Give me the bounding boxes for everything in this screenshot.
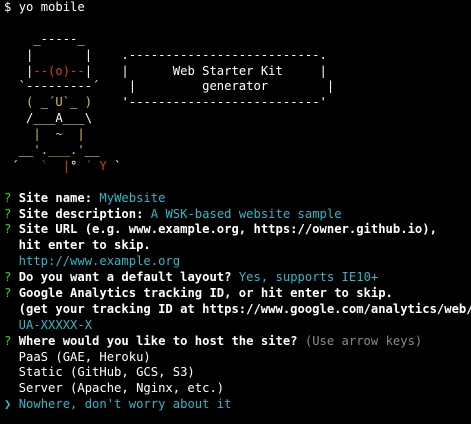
question-marker: ? [4, 270, 12, 285]
ascii-art-segment: `---------´ | generator | [4, 79, 335, 94]
selected-option-label: Nowhere, don't worry about it [18, 397, 232, 412]
question-analytics-id: ? Google Analytics tracking ID, or hit e… [4, 286, 467, 302]
question-text: Do you want a default layout? [18, 270, 232, 285]
question-text-continued: (get your tracking ID at https://www.goo… [4, 301, 471, 316]
ascii-art-line: | | .--------------------------. [4, 48, 467, 64]
ascii-art-segment: _ [70, 95, 85, 110]
ascii-art-line: _-----_ [4, 32, 467, 48]
question-site-description: ? Site description: A WSK-based website … [4, 207, 467, 223]
ascii-art-segment [4, 95, 26, 109]
ascii-art-line: /___A___\ [4, 111, 467, 127]
ascii-art-segment: ´ [4, 158, 41, 173]
ascii-art-line: |--(o)--| | Web Starter Kit | [4, 64, 467, 80]
ascii-art-segment: ° [70, 158, 85, 173]
terminal-window: $ yo mobile _-----_ | | .---------------… [0, 0, 471, 424]
ascii-art-line: ´ ` |° ´ Y ` [4, 159, 467, 175]
ascii-art-segment: _ [40, 95, 49, 110]
question-text-continued: hit enter to skip. [4, 238, 151, 253]
ascii-art-segment: | | Web Starter Kit | [84, 63, 327, 78]
yeoman-ascii-art: _-----_ | | .--------------------------.… [4, 32, 467, 175]
answer-text: Yes, supports IE10+ [238, 270, 379, 285]
ascii-art-segment [4, 127, 33, 141]
ascii-art-segment: | | .--------------------------. [4, 47, 327, 62]
question-hosting: ? Where would you like to host the site?… [4, 334, 467, 350]
question-text: Google Analytics tracking ID, or hit ent… [18, 286, 393, 301]
answer-text: http://www.example.org [4, 254, 181, 269]
answer-text: UA-XXXXX-X [4, 317, 93, 332]
question-text: Site name: [18, 190, 93, 205]
question-site-name: ? Site name: MyWebsite [4, 191, 467, 207]
ascii-art-segment: ´U` [48, 95, 71, 110]
ascii-art-segment: _-----_ [4, 31, 85, 46]
ascii-art-segment: ` [106, 158, 122, 173]
question-site-url: ? Site URL (e.g. www.example.org, https:… [4, 222, 467, 238]
hosting-option-server[interactable]: Server (Apache, Nginx, etc.) [4, 381, 467, 397]
command-text: yo mobile [18, 0, 85, 14]
ascii-art-segment: --(o)-- [33, 63, 85, 78]
question-text: Where would you like to host the site? [18, 333, 298, 348]
ascii-art-line: __'.___.'__ [4, 143, 467, 159]
ascii-art-segment: | ~ | [33, 127, 85, 142]
question-text: Site description: [18, 206, 144, 221]
hint-text: (Use arrow keys) [304, 333, 423, 348]
question-text: Site URL (e.g. www.example.org, https://… [18, 222, 437, 237]
ascii-art-segment: '--------------------------' [92, 95, 327, 110]
question-marker: ? [4, 333, 12, 348]
prompt-symbol: $ [4, 0, 12, 14]
ascii-art-segment: __ [4, 143, 34, 158]
ascii-art-line: `---------´ | generator | [4, 79, 467, 95]
ascii-art-segment: '.___.' [33, 143, 85, 158]
hosting-option-static[interactable]: Static (GitHub, GCS, S3) [4, 365, 467, 381]
ascii-art-segment: __ [84, 143, 100, 158]
question-default-layout: ? Do you want a default layout? Yes, sup… [4, 270, 467, 286]
ascii-art-line: ( _´U`_ ) '--------------------------' [4, 95, 467, 111]
ascii-art-segment: ´ Y [84, 158, 107, 173]
ascii-art-segment: ) [84, 95, 93, 110]
ascii-art-segment: ` | [40, 158, 71, 173]
question-marker: ? [4, 190, 12, 205]
hosting-option-nowhere[interactable]: ❯ Nowhere, don't worry about it [4, 397, 467, 413]
answer-text: MyWebsite [99, 190, 166, 205]
answer-text: A WSK-based website sample [150, 206, 342, 221]
hosting-option-paas[interactable]: PaaS (GAE, Heroku) [4, 350, 467, 366]
ascii-art-segment: | [4, 63, 34, 78]
question-marker: ? [4, 222, 12, 237]
command-line: $ yo mobile [4, 0, 467, 16]
ascii-art-segment: /___A___\ [4, 111, 93, 126]
question-marker: ? [4, 206, 12, 221]
ascii-art-line: | ~ | [4, 127, 467, 143]
selection-pointer-icon: ❯ [4, 397, 12, 412]
question-marker: ? [4, 286, 12, 301]
ascii-art-segment: ( [26, 95, 41, 110]
